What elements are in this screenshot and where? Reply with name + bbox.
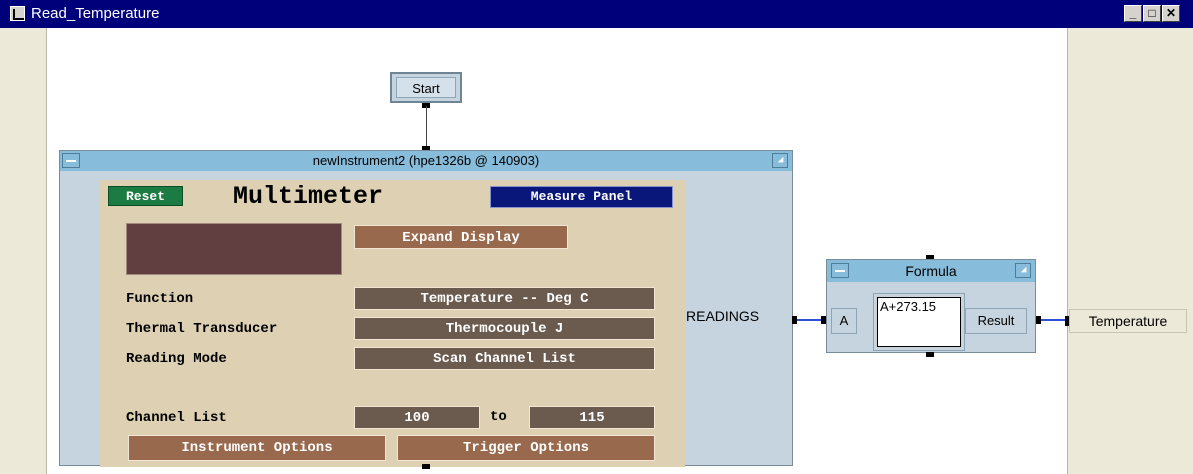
window-title: Read_Temperature — [31, 5, 160, 22]
channel-to-field[interactable]: 115 — [529, 406, 655, 429]
readings-output-terminal[interactable]: READINGS — [686, 308, 759, 324]
thermal-transducer-select[interactable]: Thermocouple J — [354, 317, 655, 340]
panel-heading: Multimeter — [233, 182, 384, 211]
reading-display — [126, 223, 342, 275]
reset-button[interactable]: Reset — [108, 186, 183, 206]
multimeter-panel: Reset Multimeter Measure Panel Expand Di… — [100, 180, 685, 467]
maximize-icon[interactable]: □ — [1143, 5, 1161, 22]
instrument-minimize-icon[interactable] — [62, 153, 80, 168]
instrument-title: newInstrument2 (hpe1326b @ 140903) — [312, 153, 540, 168]
instrument-menu-icon[interactable] — [772, 153, 788, 168]
channel-from-field[interactable]: 100 — [354, 406, 480, 429]
measure-panel-button[interactable]: Measure Panel — [490, 186, 673, 208]
formula-object[interactable]: Formula A A+273.15 Result — [826, 259, 1036, 353]
channel-to-label: to — [490, 409, 507, 425]
formula-sequence-out-pin[interactable] — [926, 352, 934, 357]
instrument-options-button[interactable]: Instrument Options — [128, 435, 386, 461]
instrument-object[interactable]: newInstrument2 (hpe1326b @ 140903) Reset… — [59, 150, 793, 467]
formula-menu-icon[interactable] — [1015, 263, 1031, 278]
function-select[interactable]: Temperature -- Deg C — [354, 287, 655, 310]
minimize-icon[interactable]: _ — [1124, 5, 1142, 22]
expand-display-button[interactable]: Expand Display — [354, 225, 568, 249]
formula-expression-field[interactable]: A+273.15 — [877, 297, 961, 347]
formula-expression-box: A+273.15 — [873, 293, 965, 351]
formula-to-temperature-wire — [1041, 319, 1065, 321]
formula-title-bar[interactable]: Formula — [827, 260, 1035, 282]
sequence-wire — [426, 106, 427, 148]
instrument-title-bar[interactable]: newInstrument2 (hpe1326b @ 140903) — [60, 151, 792, 171]
reading-mode-label: Reading Mode — [126, 351, 227, 367]
left-panel-strip — [0, 28, 47, 474]
channel-list-label: Channel List — [126, 410, 227, 426]
app-icon[interactable] — [10, 6, 25, 21]
function-label: Function — [126, 291, 194, 307]
formula-minimize-icon[interactable] — [831, 263, 849, 278]
formula-title: Formula — [905, 263, 957, 279]
readings-to-formula-wire — [797, 319, 822, 321]
right-panel-strip — [1067, 28, 1193, 474]
reading-mode-select[interactable]: Scan Channel List — [354, 347, 655, 370]
start-button-label: Start — [396, 77, 456, 98]
window-title-bar: Read_Temperature _ □ ✕ — [0, 0, 1193, 28]
instrument-sequence-out-pin[interactable] — [422, 464, 430, 469]
start-button[interactable]: Start — [390, 72, 462, 103]
temperature-output-terminal[interactable]: Temperature — [1065, 309, 1187, 333]
trigger-options-button[interactable]: Trigger Options — [397, 435, 655, 461]
thermal-transducer-label: Thermal Transducer — [126, 321, 278, 337]
formula-input-terminal[interactable]: A — [831, 308, 857, 334]
formula-output-terminal[interactable]: Result — [965, 308, 1027, 334]
close-icon[interactable]: ✕ — [1162, 5, 1180, 22]
